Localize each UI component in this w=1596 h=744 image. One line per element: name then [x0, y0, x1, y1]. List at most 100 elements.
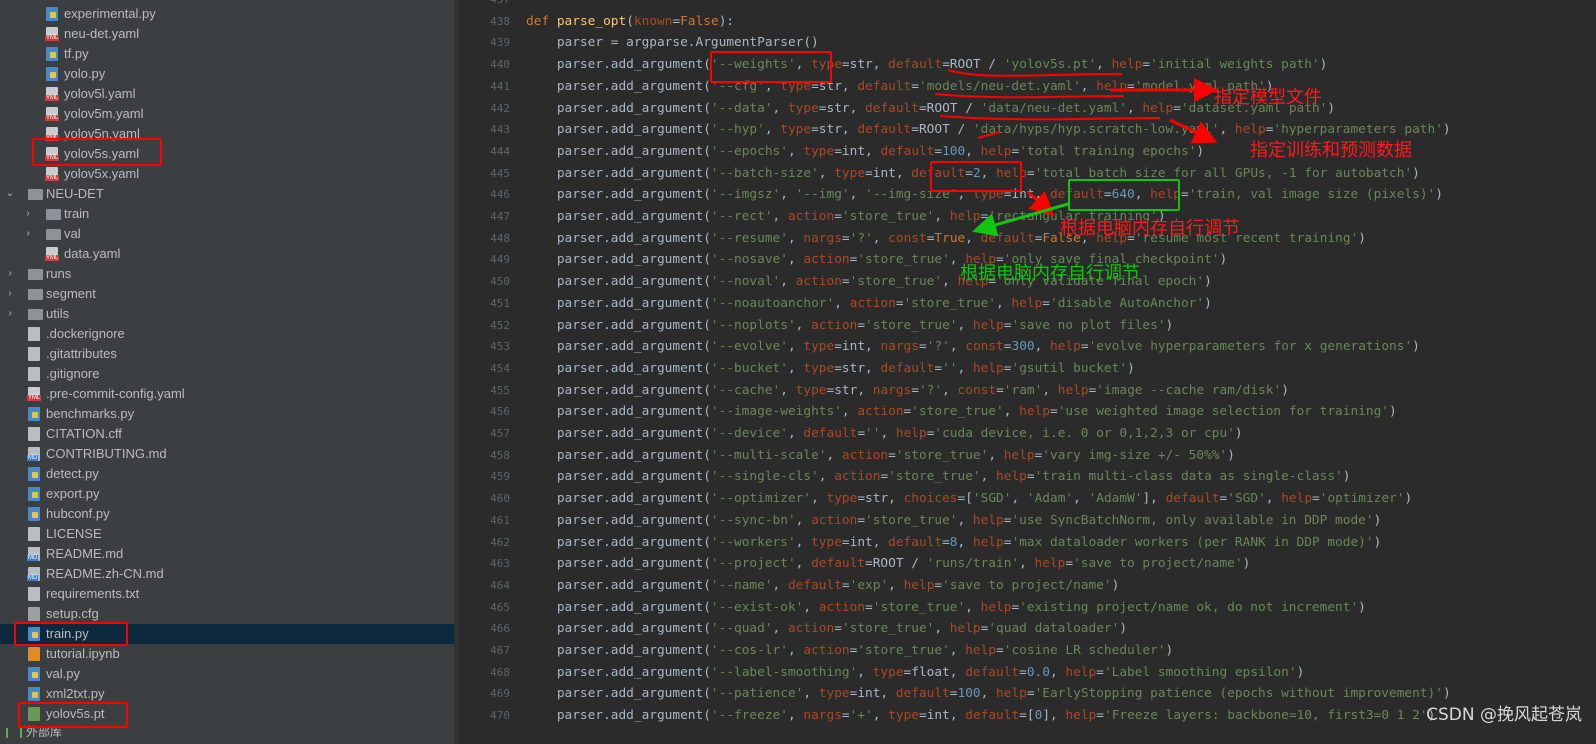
highlight-batch-default: [930, 161, 1022, 192]
tree-item-label: experimental.py: [64, 6, 156, 21]
line-number: 469: [490, 687, 510, 701]
yaml-file-icon: [45, 167, 60, 181]
tree-item-label: export.py: [46, 486, 100, 501]
library-icon: [6, 727, 22, 738]
tree-item[interactable]: › runs: [0, 264, 454, 284]
chevron-right-icon[interactable]: ›: [4, 304, 16, 324]
tree-item[interactable]: experimental.py: [0, 4, 454, 24]
tree-item[interactable]: › train: [0, 204, 454, 224]
code-line[interactable]: parser.add_argument('--label-smoothing',…: [526, 662, 1304, 684]
code-line[interactable]: parser.add_argument('--sync-bn', action=…: [526, 510, 1381, 532]
nb-file-icon: [28, 647, 40, 661]
tree-item[interactable]: yolov5m.yaml: [0, 104, 454, 124]
code-editor[interactable]: 437 438 439 440 441 442 443 444 445 446 447 448 449 4…: [458, 0, 1596, 744]
code-line[interactable]: parser.add_argument('--cfg', type=str, d…: [526, 76, 1274, 98]
tree-item[interactable]: setup.cfg: [0, 604, 454, 624]
code-line[interactable]: parser.add_argument('--cos-lr', action='…: [526, 640, 1173, 662]
code-line[interactable]: parser.add_argument('--project', default…: [526, 553, 1250, 575]
code-line[interactable]: parser.add_argument('--device', default=…: [526, 423, 1243, 445]
line-number: 454: [490, 361, 510, 375]
tree-item-label: LICENSE: [46, 526, 102, 541]
tree-item[interactable]: data.yaml: [0, 244, 454, 264]
tree-item[interactable]: tutorial.ipynb: [0, 644, 454, 664]
tree-item-label: benchmarks.py: [46, 406, 135, 421]
tree-item[interactable]: detect.py: [0, 464, 454, 484]
tree-item[interactable]: › segment: [0, 284, 454, 304]
line-number: 448: [490, 231, 510, 245]
tree-item[interactable]: xml2txt.py: [0, 684, 454, 704]
tree-item-label: neu-det.yaml: [64, 26, 140, 41]
code-line[interactable]: parser.add_argument('--noplots', action=…: [526, 315, 1173, 337]
chevron-right-icon[interactable]: ›: [4, 284, 16, 304]
tree-item[interactable]: ⌄ NEU-DET: [0, 184, 454, 204]
line-number: 458: [490, 448, 510, 462]
code-line[interactable]: parser.add_argument('--single-cls', acti…: [526, 466, 1351, 488]
tree-item[interactable]: › utils: [0, 304, 454, 324]
chevron-right-icon[interactable]: ›: [4, 264, 16, 284]
tree-item[interactable]: CONTRIBUTING.md: [0, 444, 454, 464]
annotation-adjust-imgsz: 根据电脑内存自行调节: [960, 263, 1140, 284]
line-number: 459: [490, 470, 510, 484]
tree-item[interactable]: yolov5x.yaml: [0, 164, 454, 184]
annotation-adjust-batch: 根据电脑内存自行调节: [1060, 218, 1240, 239]
yaml-file-icon: [45, 107, 60, 121]
tree-item[interactable]: .dockerignore: [0, 324, 454, 344]
tree-item[interactable]: LICENSE: [0, 524, 454, 544]
tree-item[interactable]: hubconf.py: [0, 504, 454, 524]
code-line[interactable]: parser.add_argument('--evolve', type=int…: [526, 336, 1420, 358]
watermark: CSDN @挽风起苍岚: [1426, 705, 1582, 725]
code-line[interactable]: parser.add_argument('--workers', type=in…: [526, 532, 1382, 554]
tree-item-label: README.zh-CN.md: [46, 566, 164, 581]
tree-item[interactable]: CITATION.cff: [0, 424, 454, 444]
tree-item[interactable]: requirements.txt: [0, 584, 454, 604]
code-line[interactable]: parser.add_argument('--quad', action='st…: [526, 618, 1127, 640]
tree-item[interactable]: .gitattributes: [0, 344, 454, 364]
chevron-right-icon[interactable]: ›: [22, 224, 34, 244]
line-number: 470: [490, 709, 510, 723]
tree-item[interactable]: neu-det.yaml: [0, 24, 454, 44]
code-line[interactable]: parser.add_argument('--epochs', type=int…: [526, 141, 1204, 163]
line-number: 457: [490, 427, 510, 440]
md-file-icon: [27, 567, 40, 581]
line-number: 442: [490, 101, 510, 115]
yaml-file-icon: [27, 387, 42, 401]
code-line[interactable]: parser.add_argument('--weights', type=st…: [526, 54, 1328, 76]
code-line[interactable]: parser.add_argument('--multi-scale', act…: [526, 445, 1235, 467]
code-line[interactable]: parser.add_argument('--image-weights', a…: [526, 401, 1397, 423]
code-line[interactable]: parser.add_argument('--optimizer', type=…: [526, 488, 1412, 510]
tree-item-label: .dockerignore: [46, 326, 125, 341]
line-number: 466: [490, 622, 510, 636]
tree-item[interactable]: › val: [0, 224, 454, 244]
code-line[interactable]: parser.add_argument('--name', default='e…: [526, 575, 1120, 597]
tree-item-label: hubconf.py: [46, 506, 110, 521]
folder-icon: [28, 289, 43, 300]
tree-item[interactable]: yolo.py: [0, 64, 454, 84]
chevron-right-icon[interactable]: ›: [22, 204, 34, 224]
code-line[interactable]: parser.add_argument('--bucket', type=str…: [526, 358, 1135, 380]
chevron-down-icon[interactable]: ⌄: [4, 184, 16, 204]
tree-item[interactable]: yolov5l.yaml: [0, 84, 454, 104]
tree-item-label: README.md: [46, 546, 124, 561]
line-number: 455: [490, 383, 510, 397]
line-number: 451: [490, 296, 510, 310]
code-line[interactable]: parser.add_argument('--noautoanchor', ac…: [526, 293, 1212, 315]
py-file-icon: [46, 7, 58, 21]
text-file-icon: [28, 327, 40, 341]
code-line[interactable]: parser.add_argument('--exist-ok', action…: [526, 597, 1366, 619]
line-number: 456: [490, 405, 510, 419]
tree-item[interactable]: benchmarks.py: [0, 404, 454, 424]
code-line[interactable]: parser.add_argument('--patience', type=i…: [526, 683, 1451, 705]
tree-item[interactable]: README.md: [0, 544, 454, 564]
tree-item[interactable]: README.zh-CN.md: [0, 564, 454, 584]
tree-item[interactable]: val.py: [0, 664, 454, 684]
code-line[interactable]: parser.add_argument('--cache', type=str,…: [526, 380, 1289, 402]
tree-item[interactable]: tf.py: [0, 44, 454, 64]
tree-item-label: val: [64, 226, 81, 241]
annotation-train-data: 指定训练和预测数据: [1250, 140, 1412, 161]
code-line[interactable]: parser.add_argument('--freeze', nargs='+…: [526, 705, 1435, 727]
line-number: 447: [490, 210, 510, 223]
tree-item[interactable]: export.py: [0, 484, 454, 504]
tree-item[interactable]: .pre-commit-config.yaml: [0, 384, 454, 404]
tree-item[interactable]: .gitignore: [0, 364, 454, 384]
code-line[interactable]: def parse_opt(known=False):: [526, 11, 734, 33]
